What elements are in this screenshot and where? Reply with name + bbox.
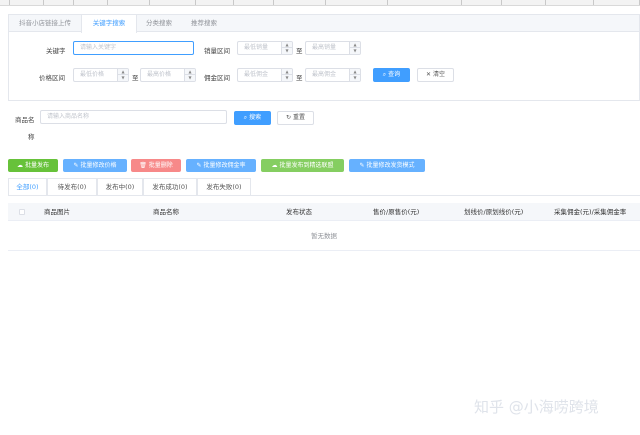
price-max-placeholder: 最高价格 <box>147 71 172 78</box>
sales-min-input[interactable]: 最低销量 ▲ ▼ <box>237 41 293 55</box>
column-header-image: 商品图片 <box>44 208 70 216</box>
price-min-stepper[interactable]: ▲ ▼ <box>117 69 128 81</box>
price-range-label: 价格区间 <box>39 74 65 82</box>
close-icon: ✕ <box>425 71 431 78</box>
column-header-status: 发布状态 <box>286 208 312 216</box>
price-min-placeholder: 最低价格 <box>80 71 105 78</box>
sales-range-label: 销量区间 <box>204 47 230 55</box>
sales-min-placeholder: 最低销量 <box>244 44 269 51</box>
clear-button-label: 清空 <box>433 71 446 78</box>
tab-status-success[interactable]: 发布成功(0) <box>143 178 197 195</box>
commission-max-input[interactable]: 最高佣金 ▲ ▼ <box>305 68 361 82</box>
tab-douyin-link-upload[interactable]: 抖音小店链接上传 <box>9 15 81 32</box>
commission-max-stepper[interactable]: ▲ ▼ <box>349 69 360 81</box>
arrow-down-icon[interactable]: ▼ <box>350 75 360 81</box>
table-empty-text: 暂无数据 <box>8 222 640 251</box>
bulk-edit-commission-label: 批量修改佣金率 <box>203 162 246 169</box>
bulk-publish-alliance-button[interactable]: ☁ 批量发布到精选联盟 <box>261 159 344 172</box>
trash-icon: 🗑 <box>139 162 149 169</box>
search-mode-tabs: 抖音小店链接上传 关键字搜索 分类搜索 推荐搜索 <box>9 15 639 33</box>
commission-max-placeholder: 最高佣金 <box>312 71 337 78</box>
product-name-label-wrap: 称 <box>28 133 35 141</box>
query-button[interactable]: ⌕ 查询 <box>373 68 410 82</box>
product-name-input[interactable]: 请输入商品名称 <box>40 110 227 124</box>
tab-status-publishing[interactable]: 发布中(0) <box>97 178 143 195</box>
column-header-strike-price: 划线价/原划线价(元) <box>464 208 524 216</box>
sales-max-stepper[interactable]: ▲ ▼ <box>349 42 360 54</box>
sales-range-separator: 至 <box>296 47 303 55</box>
search-panel: 抖音小店链接上传 关键字搜索 分类搜索 推荐搜索 关键字 请输入关键字 销量区间… <box>8 14 640 101</box>
search-button[interactable]: ⌕ 搜索 <box>234 111 271 125</box>
tab-status-pending[interactable]: 待发布(0) <box>47 178 97 195</box>
watermark: 知乎 @小海唠跨境 <box>474 398 599 416</box>
status-tabs-divider <box>8 195 640 196</box>
column-header-commission: 采集佣金(元)/采集佣金率 <box>554 208 627 216</box>
bulk-edit-shipping-label: 批量修改发货模式 <box>366 162 415 169</box>
bulk-edit-price-label: 批量修改价格 <box>80 162 117 169</box>
arrow-down-icon[interactable]: ▼ <box>282 75 292 81</box>
commission-range-separator: 至 <box>296 74 303 82</box>
bulk-edit-commission-button[interactable]: ✎ 批量修改佣金率 <box>186 159 256 172</box>
column-header-price: 售价/原售价(元) <box>373 208 420 216</box>
bulk-edit-price-button[interactable]: ✎ 批量修改价格 <box>63 159 127 172</box>
bulk-publish-alliance-label: 批量发布到精选联盟 <box>279 162 334 169</box>
query-button-label: 查询 <box>388 71 401 78</box>
clear-button[interactable]: ✕ 清空 <box>417 68 454 82</box>
bulk-delete-label: 批量删除 <box>148 162 173 169</box>
arrow-down-icon[interactable]: ▼ <box>118 75 128 81</box>
sales-max-input[interactable]: 最高销量 ▲ ▼ <box>305 41 361 55</box>
column-header-name: 商品名称 <box>153 208 179 216</box>
keyword-label: 关键字 <box>46 47 66 55</box>
search-button-label: 搜索 <box>249 114 262 121</box>
sales-max-placeholder: 最高销量 <box>312 44 337 51</box>
tab-keyword-search[interactable]: 关键字搜索 <box>81 15 137 33</box>
price-range-separator: 至 <box>132 74 139 82</box>
arrow-down-icon[interactable]: ▼ <box>185 75 195 81</box>
select-all-checkbox[interactable] <box>19 209 25 215</box>
upload-icon: ☁ <box>17 162 25 169</box>
product-name-label: 商品名 <box>15 116 35 124</box>
search-icon: ⌕ <box>243 114 248 121</box>
keyword-input[interactable]: 请输入关键字 <box>73 41 194 55</box>
tab-status-failed[interactable]: 发布失败(0) <box>197 178 251 195</box>
price-min-input[interactable]: 最低价格 ▲ ▼ <box>73 68 129 82</box>
price-max-input[interactable]: 最高价格 ▲ ▼ <box>140 68 196 82</box>
bulk-edit-shipping-button[interactable]: ✎ 批量修改发货模式 <box>349 159 425 172</box>
tab-recommend-search[interactable]: 推荐搜索 <box>181 15 227 32</box>
sales-min-stepper[interactable]: ▲ ▼ <box>281 42 292 54</box>
commission-range-label: 佣金区间 <box>204 74 230 82</box>
search-icon: ⌕ <box>382 71 387 78</box>
table-header: 商品图片 商品名称 发布状态 售价/原售价(元) 划线价/原划线价(元) 采集佣… <box>8 203 640 221</box>
reset-button[interactable]: ↻ 重置 <box>277 111 314 125</box>
tab-status-all[interactable]: 全部(0) <box>8 178 47 195</box>
price-max-stepper[interactable]: ▲ ▼ <box>184 69 195 81</box>
bulk-publish-label: 批量发布 <box>24 162 49 169</box>
commission-min-input[interactable]: 最低佣金 ▲ ▼ <box>237 68 293 82</box>
tab-category-search[interactable]: 分类搜索 <box>137 15 181 32</box>
commission-min-stepper[interactable]: ▲ ▼ <box>281 69 292 81</box>
refresh-icon: ↻ <box>285 114 291 121</box>
top-toolbar-strip <box>0 0 640 6</box>
arrow-down-icon[interactable]: ▼ <box>350 48 360 54</box>
bulk-delete-button[interactable]: 🗑 批量删除 <box>131 159 181 172</box>
bulk-publish-button[interactable]: ☁ 批量发布 <box>8 159 58 172</box>
reset-button-label: 重置 <box>293 114 306 121</box>
arrow-down-icon[interactable]: ▼ <box>282 48 292 54</box>
commission-min-placeholder: 最低佣金 <box>244 71 269 78</box>
